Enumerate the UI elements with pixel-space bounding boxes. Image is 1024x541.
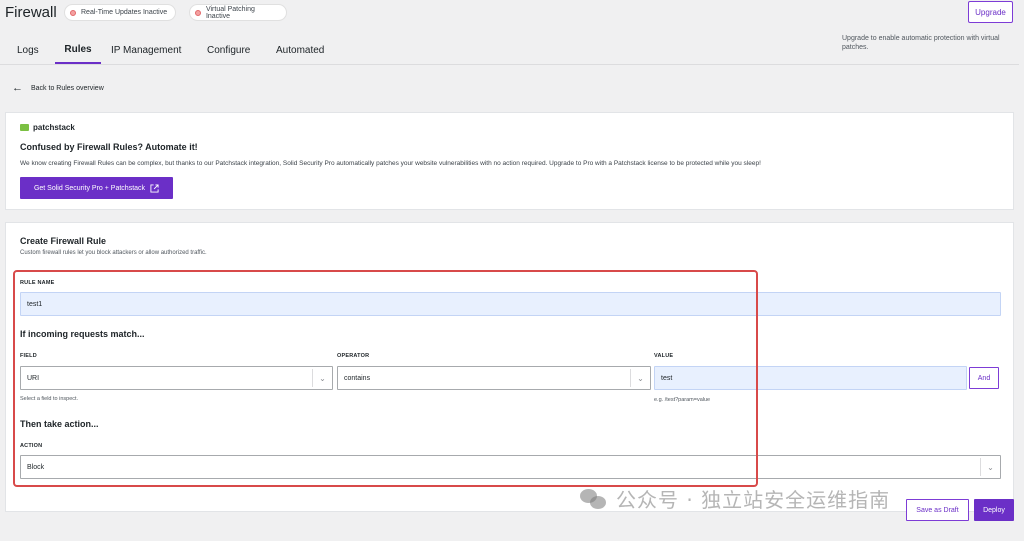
rule-name-input[interactable]: test1 [20,292,1001,316]
status-badge-virtual-patching: Virtual Patching Inactive [189,4,287,21]
tab-ip-management[interactable]: IP Management [111,36,191,64]
patchstack-logo: patchstack [20,123,75,132]
operator-select-value: contains [344,374,371,382]
upgrade-note: Upgrade to enable automatic protection w… [842,35,1000,51]
external-link-icon [150,183,159,193]
value-label: VALUE [654,353,674,359]
tab-divider [0,64,1019,65]
tab-automated[interactable]: Automated [276,36,336,64]
promo-title: Confused by Firewall Rules? Automate it! [20,142,198,152]
patchstack-logo-icon [20,124,29,131]
status-badge-label: Real-Time Updates Inactive [81,9,168,16]
tab-rules[interactable]: Rules [55,36,101,64]
arrow-left-icon: ← [12,82,23,94]
action-label: ACTION [20,443,43,449]
tab-configure[interactable]: Configure [207,36,257,64]
field-help: Select a field to inspect. [20,396,79,402]
upgrade-button[interactable]: Upgrade [968,1,1013,23]
chevron-down-icon: ⌄ [312,369,332,387]
patchstack-promo-card: patchstack Confused by Firewall Rules? A… [5,112,1014,210]
status-dot-icon [70,9,76,16]
back-link-label: Back to Rules overview [31,84,104,92]
and-button[interactable]: And [969,367,999,389]
value-input[interactable]: test [654,366,967,390]
status-badge-label: Virtual Patching Inactive [205,5,255,20]
rule-name-label: RULE NAME [20,280,55,286]
operator-select[interactable]: contains ⌄ [337,366,651,390]
action-select[interactable]: Block ⌄ [20,455,1001,479]
back-to-rules-link[interactable]: ← Back to Rules overview [12,82,104,94]
get-solid-security-pro-button[interactable]: Get Solid Security Pro + Patchstack [20,177,173,199]
action-heading: Then take action... [20,419,99,429]
watermark: 公众号 · 独立站安全运维指南 [580,484,890,513]
chevron-down-icon: ⌄ [980,458,1000,476]
rule-card-subtitle: Custom firewall rules let you block atta… [20,250,207,256]
promo-text: We know creating Firewall Rules can be c… [20,160,761,167]
status-badge-realtime-updates: Real-Time Updates Inactive [64,4,176,21]
create-firewall-rule-card: Create Firewall Rule Custom firewall rul… [5,222,1014,512]
tab-logs[interactable]: Logs [17,36,39,64]
promo-button-label: Get Solid Security Pro + Patchstack [33,184,146,192]
save-as-draft-button[interactable]: Save as Draft [906,499,969,521]
field-select-value: URI [27,374,40,382]
chevron-down-icon: ⌄ [630,369,650,387]
rule-card-title: Create Firewall Rule [20,236,107,246]
field-label: FIELD [20,353,37,359]
operator-label: OPERATOR [337,353,370,359]
deploy-button[interactable]: Deploy [974,499,1014,521]
page-title: Firewall [5,4,57,21]
match-heading: If incoming requests match... [20,329,145,339]
field-select[interactable]: URI ⌄ [20,366,333,390]
watermark-text: 公众号 · 独立站安全运维指南 [616,488,891,512]
action-select-value: Block [27,463,45,471]
status-dot-icon [195,9,201,16]
value-help: e.g. /test?param=value [654,397,711,403]
patchstack-logo-text: patchstack [33,123,75,132]
wechat-icon [580,487,608,511]
